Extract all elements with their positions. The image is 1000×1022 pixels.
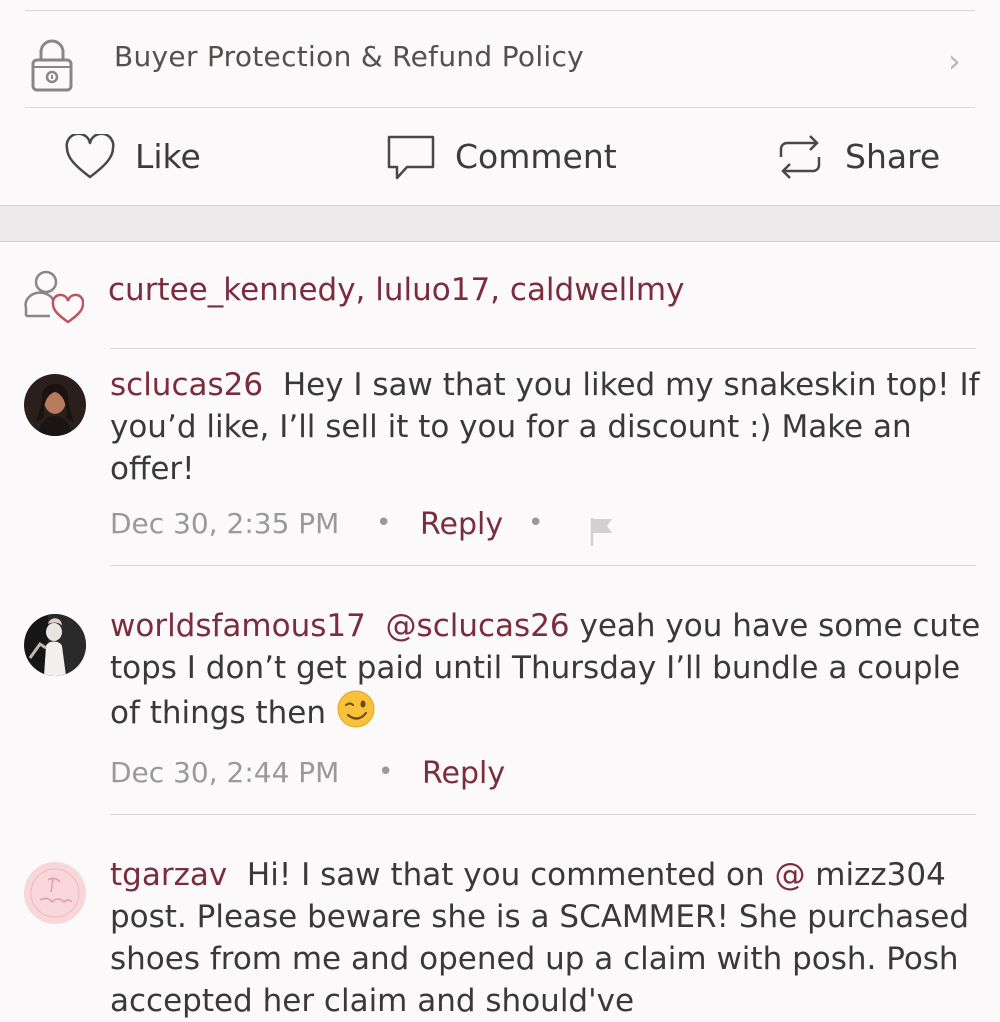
comment-username[interactable]: sclucas26 — [110, 367, 263, 403]
comment-mention[interactable]: @ — [774, 857, 805, 893]
like-button[interactable]: Like — [60, 125, 220, 190]
share-button[interactable]: Share — [773, 125, 973, 190]
comment-username[interactable]: worldsfamous17 — [110, 608, 366, 644]
divider — [110, 565, 976, 566]
avatar[interactable] — [24, 862, 86, 924]
buyer-protection-row[interactable]: Buyer Protection & Refund Policy › — [0, 12, 1000, 107]
flag-icon[interactable] — [588, 515, 616, 547]
likers-list[interactable]: curtee_kennedy, luluo17, caldwellmy — [108, 272, 684, 308]
reply-button[interactable]: Reply — [422, 756, 505, 791]
section-separator — [0, 205, 1000, 242]
share-arrows-icon — [779, 135, 821, 179]
buyer-protection-label: Buyer Protection & Refund Policy — [114, 40, 585, 73]
people-heart-icon — [24, 270, 84, 324]
comment-timestamp: Dec 30, 2:44 PM — [110, 756, 340, 789]
like-label: Like — [135, 137, 201, 176]
separator-dot: • — [376, 508, 392, 538]
divider — [25, 107, 975, 108]
comment-username[interactable]: tgarzav — [110, 857, 227, 893]
comment-button[interactable]: Comment — [383, 125, 643, 190]
separator-dot: • — [378, 757, 394, 787]
comment-body: Hi! I saw that you commented on — [246, 857, 775, 893]
divider-top — [25, 10, 975, 11]
divider — [110, 348, 976, 349]
lock-icon — [31, 39, 73, 92]
comment-mention[interactable]: @sclucas26 — [386, 608, 570, 644]
reply-button[interactable]: Reply — [420, 507, 503, 542]
comment-text: tgarzav Hi! I saw that you commented on … — [110, 854, 985, 1022]
comment-text: sclucas26 Hey I saw that you liked my sn… — [110, 364, 985, 490]
comment-text: worldsfamous17 @sclucas26 yeah you have … — [110, 605, 985, 734]
comment-timestamp: Dec 30, 2:35 PM — [110, 507, 340, 540]
avatar[interactable] — [24, 374, 86, 436]
comment-label: Comment — [455, 137, 617, 176]
chevron-right-icon: › — [948, 42, 961, 80]
avatar[interactable] — [24, 614, 86, 676]
divider — [110, 814, 976, 815]
comment-bubble-icon — [387, 135, 435, 180]
wink-emoji-icon — [337, 690, 375, 728]
separator-dot: • — [528, 508, 544, 538]
heart-icon — [65, 134, 115, 179]
share-label: Share — [845, 137, 941, 176]
